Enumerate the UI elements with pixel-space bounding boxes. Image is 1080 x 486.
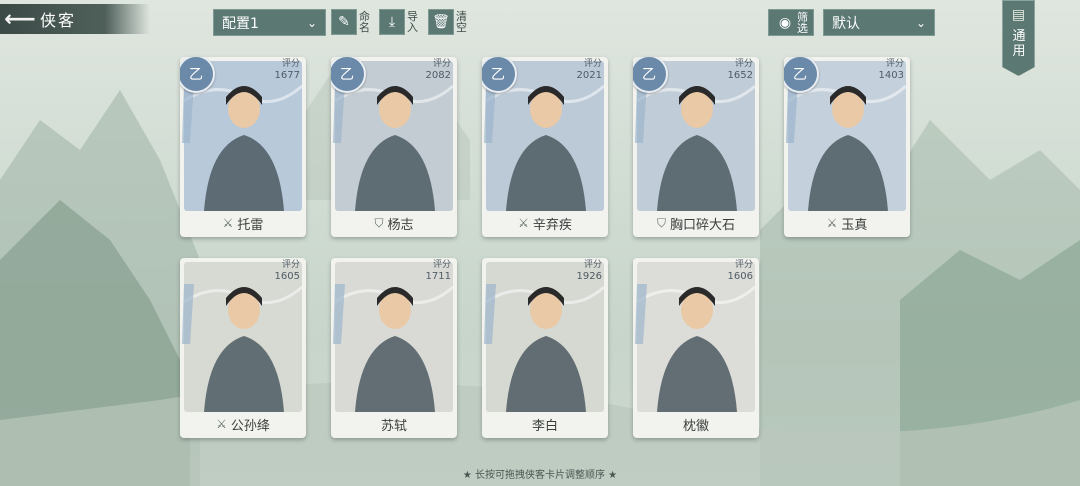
hero-name-plate: ⚔ 辛弃疾	[482, 212, 608, 234]
hero-name-plate: ⚔ 托雷	[180, 212, 306, 234]
arrow-left-icon: ⟵	[4, 6, 36, 32]
rename-button[interactable]: ✎ 命名	[331, 8, 371, 36]
trash-icon: 🗑	[428, 9, 454, 35]
hero-card[interactable]: 乙评分 1652 ⛉ 胸口碎大石	[633, 57, 759, 237]
score-value: 1605	[274, 271, 300, 282]
score-caption: 评分	[281, 260, 300, 270]
score-caption: 评分	[281, 59, 300, 69]
hero-name-plate: 苏轼	[331, 413, 457, 435]
hero-name-plate: 枕徽	[633, 413, 759, 435]
score-value: 1926	[576, 271, 602, 282]
score-value: 1677	[274, 70, 300, 81]
hero-name: 胸口碎大石	[670, 217, 736, 233]
rank-ribbon	[633, 284, 661, 344]
chevron-down-icon: ⌄	[915, 15, 926, 30]
filter-label: 筛选	[797, 10, 808, 35]
general-label: 通用	[1012, 29, 1026, 59]
score-value: 1403	[878, 70, 904, 81]
score-label: 评分 1403	[879, 59, 904, 81]
hero-card[interactable]: 乙评分 2082 ⛉ 杨志	[331, 57, 457, 237]
clear-label: 清空	[456, 10, 467, 34]
hero-card[interactable]: 评分 1926 李白	[482, 258, 608, 438]
filter-button[interactable]: ◉ 筛选	[768, 9, 814, 36]
hero-name-plate: ⛉ 胸口碎大石	[633, 212, 759, 234]
page-title: 侠客	[40, 11, 77, 30]
clear-button[interactable]: 🗑 清空	[428, 8, 468, 36]
drag-tip: ★ 长按可拖拽侠客卡片调整顺序 ★	[462, 470, 618, 481]
score-caption: 评分	[432, 59, 451, 69]
hero-name-plate: ⚔ 玉真	[784, 212, 910, 234]
import-button[interactable]: ⤓ 导入	[379, 8, 419, 36]
config-select-value: 配置1	[222, 15, 259, 32]
rank-ribbon	[180, 284, 208, 344]
hero-name: 玉真	[841, 217, 868, 233]
score-caption: 评分	[734, 59, 753, 69]
general-tab[interactable]: ▤ 通用	[1002, 0, 1035, 76]
hero-name: 枕徽	[682, 418, 709, 434]
scroll-icon: ▤	[1011, 7, 1026, 23]
brush-icon: ✎	[331, 9, 357, 35]
sword-icon: ⚔	[222, 216, 234, 230]
score-label: 评分 1926	[577, 260, 602, 282]
score-value: 1606	[727, 271, 753, 282]
sort-select[interactable]: 默认 ⌄	[823, 9, 935, 36]
config-select[interactable]: 配置1 ⌄	[213, 9, 326, 36]
score-value: 2082	[425, 70, 451, 81]
rename-label: 命名	[359, 10, 370, 34]
hero-name: 杨志	[387, 217, 414, 233]
sort-select-value: 默认	[832, 15, 860, 32]
sword-icon: ⚔	[518, 216, 529, 230]
hero-name-plate: ⚔ 公孙绛	[180, 413, 306, 435]
score-caption: 评分	[885, 59, 904, 69]
hero-card[interactable]: 乙评分 2021 ⚔ 辛弃疾	[482, 57, 608, 237]
import-label: 导入	[407, 10, 418, 34]
score-label: 评分 1677	[275, 59, 300, 81]
sword-icon: ⚔	[216, 417, 227, 431]
hero-card[interactable]: 评分 1606 枕徽	[633, 258, 759, 438]
score-label: 评分 1711	[426, 260, 451, 282]
hero-name: 苏轼	[380, 418, 407, 434]
score-label: 评分 2021	[577, 59, 602, 81]
score-value: 2021	[576, 70, 602, 81]
hero-name-plate: 李白	[482, 413, 608, 435]
rank-ribbon	[482, 284, 510, 344]
sword-icon: ⚔	[826, 216, 838, 230]
download-icon: ⤓	[379, 9, 405, 35]
hero-name: 托雷	[237, 217, 264, 233]
back-button[interactable]: ⟵ 侠客	[0, 4, 150, 34]
score-caption: 评分	[432, 260, 451, 270]
eye-icon: ◉	[778, 14, 792, 31]
hero-card[interactable]: 乙评分 1403 ⚔ 玉真	[784, 57, 910, 237]
hero-name: 李白	[531, 418, 558, 434]
rank-ribbon	[331, 284, 359, 344]
score-label: 评分 1652	[728, 59, 753, 81]
score-label: 评分 1605	[275, 260, 300, 282]
score-caption: 评分	[583, 59, 602, 69]
score-label: 评分 2082	[426, 59, 451, 81]
score-caption: 评分	[734, 260, 753, 270]
shield-icon: ⛉	[656, 215, 666, 230]
score-label: 评分 1606	[728, 260, 753, 282]
hero-card[interactable]: 乙评分 1677 ⚔ 托雷	[180, 57, 306, 237]
chevron-down-icon: ⌄	[306, 15, 317, 30]
score-caption: 评分	[583, 260, 602, 270]
shield-icon: ⛉	[374, 215, 384, 230]
hero-name-plate: ⛉ 杨志	[331, 212, 457, 234]
hero-card[interactable]: 评分 1711 苏轼	[331, 258, 457, 438]
score-value: 1711	[425, 271, 451, 282]
score-value: 1652	[727, 70, 753, 81]
hero-name: 公孙绛	[230, 418, 270, 434]
hero-name: 辛弃疾	[532, 217, 572, 233]
hero-card[interactable]: 评分 1605 ⚔ 公孙绛	[180, 258, 306, 438]
